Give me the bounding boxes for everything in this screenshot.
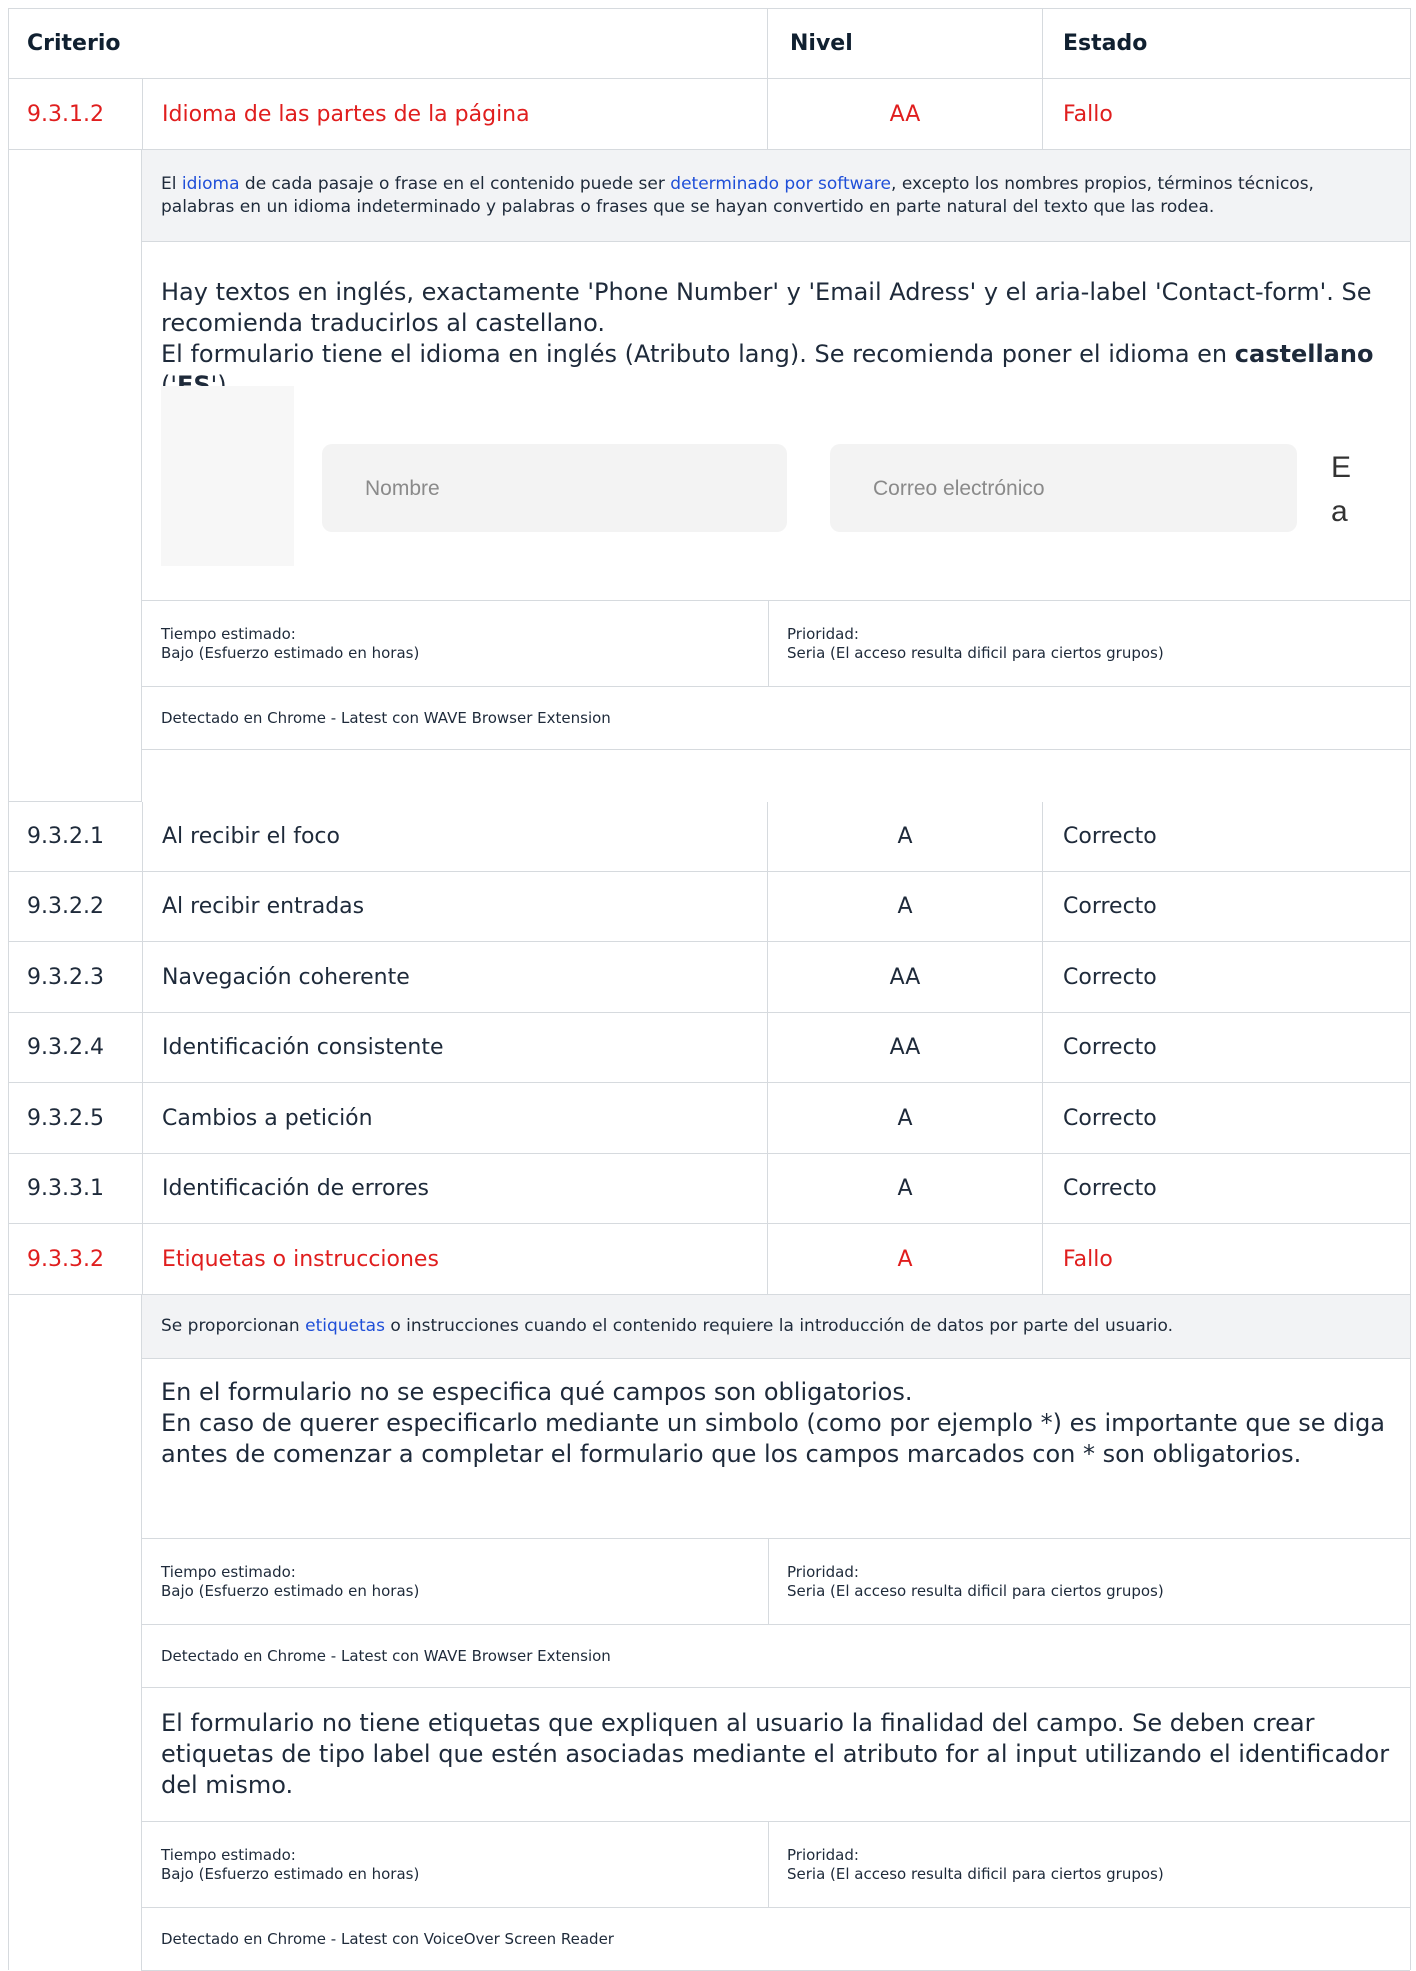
link-etiquetas[interactable]: etiquetas (305, 1316, 385, 1336)
row-name: Cambios a petición (142, 1083, 767, 1153)
issue-note: El formulario no tiene etiquetas que exp… (142, 1688, 1410, 1822)
row-name: Al recibir entradas (142, 872, 767, 941)
prioridad: Prioridad: Seria (El acceso resulta dific… (768, 601, 1410, 686)
desc-text: Se proporcionan (161, 1316, 306, 1336)
link-idioma[interactable]: idioma (182, 174, 240, 194)
detail-id-spacer (9, 1295, 142, 1971)
tiempo-estimado: Tiempo estimado: Bajo (Esfuerzo estimado … (161, 1845, 420, 1883)
screenshot-block (161, 386, 294, 566)
desc-text: o instrucciones cuando el contenido requ… (384, 1316, 1173, 1336)
row-level: AA (767, 1013, 1042, 1082)
row-level: A (767, 872, 1042, 941)
estimate-row: Tiempo estimado: Bajo (Esfuerzo estimado … (142, 601, 1410, 687)
table-row: 9.3.1.2 Idioma de las partes de la págin… (9, 79, 1410, 150)
row-status: Correcto (1042, 1154, 1410, 1223)
row-status: Correcto (1042, 942, 1410, 1012)
row-level: AA (767, 79, 1042, 149)
detected-in: Detectado en Chrome - Latest con VoiceOv… (142, 1908, 1410, 1971)
row-name: Idioma de las partes de la página (142, 79, 767, 149)
detail-block-9332: Se proporcionan etiquetas o instruccione… (142, 1295, 1410, 1971)
tiempo-estimado: Tiempo estimado: Bajo (Esfuerzo estimado … (161, 1562, 420, 1600)
tiempo-estimado: Tiempo estimado: Bajo (Esfuerzo estimado … (161, 624, 420, 662)
table-row: 9.3.3.1 Identificación de errores A Corr… (9, 1154, 1410, 1224)
row-id: 9.3.2.2 (27, 894, 104, 919)
header-spacer (142, 9, 767, 78)
row-id: 9.3.2.3 (27, 964, 104, 990)
table-row: 9.3.2.3 Navegación coherente AA Correcto (9, 942, 1410, 1013)
detected-in: Detectado en Chrome - Latest con WAVE Br… (142, 1625, 1410, 1688)
row-level: A (767, 1154, 1042, 1223)
detected-in: Detectado en Chrome - Latest con WAVE Br… (142, 687, 1410, 750)
row-status: Correcto (1042, 802, 1410, 871)
table-row: 9.3.2.5 Cambios a petición A Correcto (9, 1083, 1410, 1154)
row-level: AA (767, 942, 1042, 1012)
detail-id-spacer (9, 150, 142, 802)
row-id: 9.3.3.1 (27, 1176, 104, 1201)
row-id: 9.3.2.1 (27, 824, 104, 849)
row-status: Correcto (1042, 1083, 1410, 1153)
criteria-table: Criterio Nivel Estado 9.3.1.2 Idioma de … (8, 8, 1411, 1971)
desc-text: de cada pasaje o frase en el contenido p… (239, 173, 671, 194)
row-name: Identificación consistente (142, 1013, 767, 1082)
row-status: Fallo (1042, 1224, 1410, 1294)
row-name: Identificación de errores (142, 1154, 767, 1223)
screenshot-field-nombre: Nombre (322, 444, 787, 532)
table-row: 9.3.2.1 Al recibir el foco A Correcto (9, 802, 1410, 872)
desc-text: El (161, 173, 182, 194)
row-status: Correcto (1042, 872, 1410, 941)
detail-block-9312: El idioma de cada pasaje o frase en el c… (142, 150, 1410, 802)
table-header: Criterio Nivel Estado (9, 9, 1410, 79)
table-row: 9.3.3.2 Etiquetas o instrucciones A Fall… (9, 1224, 1410, 1295)
row-status: Fallo (1042, 79, 1410, 149)
link-determinado-por-software[interactable]: determinado por software (670, 174, 891, 194)
prioridad: Prioridad: Seria (El acceso resulta dific… (768, 1822, 1410, 1907)
form-screenshot: Nombre Correo electrónico Ea (161, 386, 1406, 566)
row-name: Navegación coherente (142, 942, 767, 1012)
row-status: Correcto (1042, 1013, 1410, 1082)
header-criterio: Criterio (27, 31, 121, 56)
row-id: 9.3.2.5 (27, 1105, 104, 1131)
estimate-row: Tiempo estimado: Bajo (Esfuerzo estimado … (142, 1822, 1410, 1908)
row-level: A (767, 1224, 1042, 1294)
screenshot-field-correo: Correo electrónico (830, 444, 1297, 532)
table-row: 9.3.2.2 Al recibir entradas A Correcto (9, 872, 1410, 942)
note-line-1: En el formulario no se especifica qué ca… (161, 1378, 913, 1406)
prioridad: Prioridad: Seria (El acceso resulta dific… (768, 1539, 1410, 1624)
issue-note: Hay textos en inglés, exactamente 'Phone… (142, 242, 1410, 601)
row-level: A (767, 1083, 1042, 1153)
criterion-description: Se proporcionan etiquetas o instruccione… (142, 1295, 1410, 1359)
note-line-1: Hay textos en inglés, exactamente 'Phone… (161, 278, 1372, 337)
row-id: 9.3.3.2 (27, 1246, 104, 1272)
row-name: Al recibir el foco (142, 802, 767, 871)
estimate-row: Tiempo estimado: Bajo (Esfuerzo estimado … (142, 1539, 1410, 1625)
row-id: 9.3.2.4 (27, 1035, 104, 1060)
row-id: 9.3.1.2 (27, 101, 104, 127)
header-estado: Estado (1042, 9, 1410, 78)
row-name: Etiquetas o instrucciones (142, 1224, 767, 1294)
criterion-description: El idioma de cada pasaje o frase en el c… (142, 150, 1410, 242)
note-line-2: En caso de querer especificarlo mediante… (161, 1409, 1386, 1468)
table-row: 9.3.2.4 Identificación consistente AA Co… (9, 1013, 1410, 1083)
issue-note: En el formulario no se especifica qué ca… (142, 1359, 1410, 1539)
row-level: A (767, 802, 1042, 871)
screenshot-text-fragment: Ea (1331, 451, 1352, 528)
header-nivel: Nivel (767, 9, 1042, 78)
